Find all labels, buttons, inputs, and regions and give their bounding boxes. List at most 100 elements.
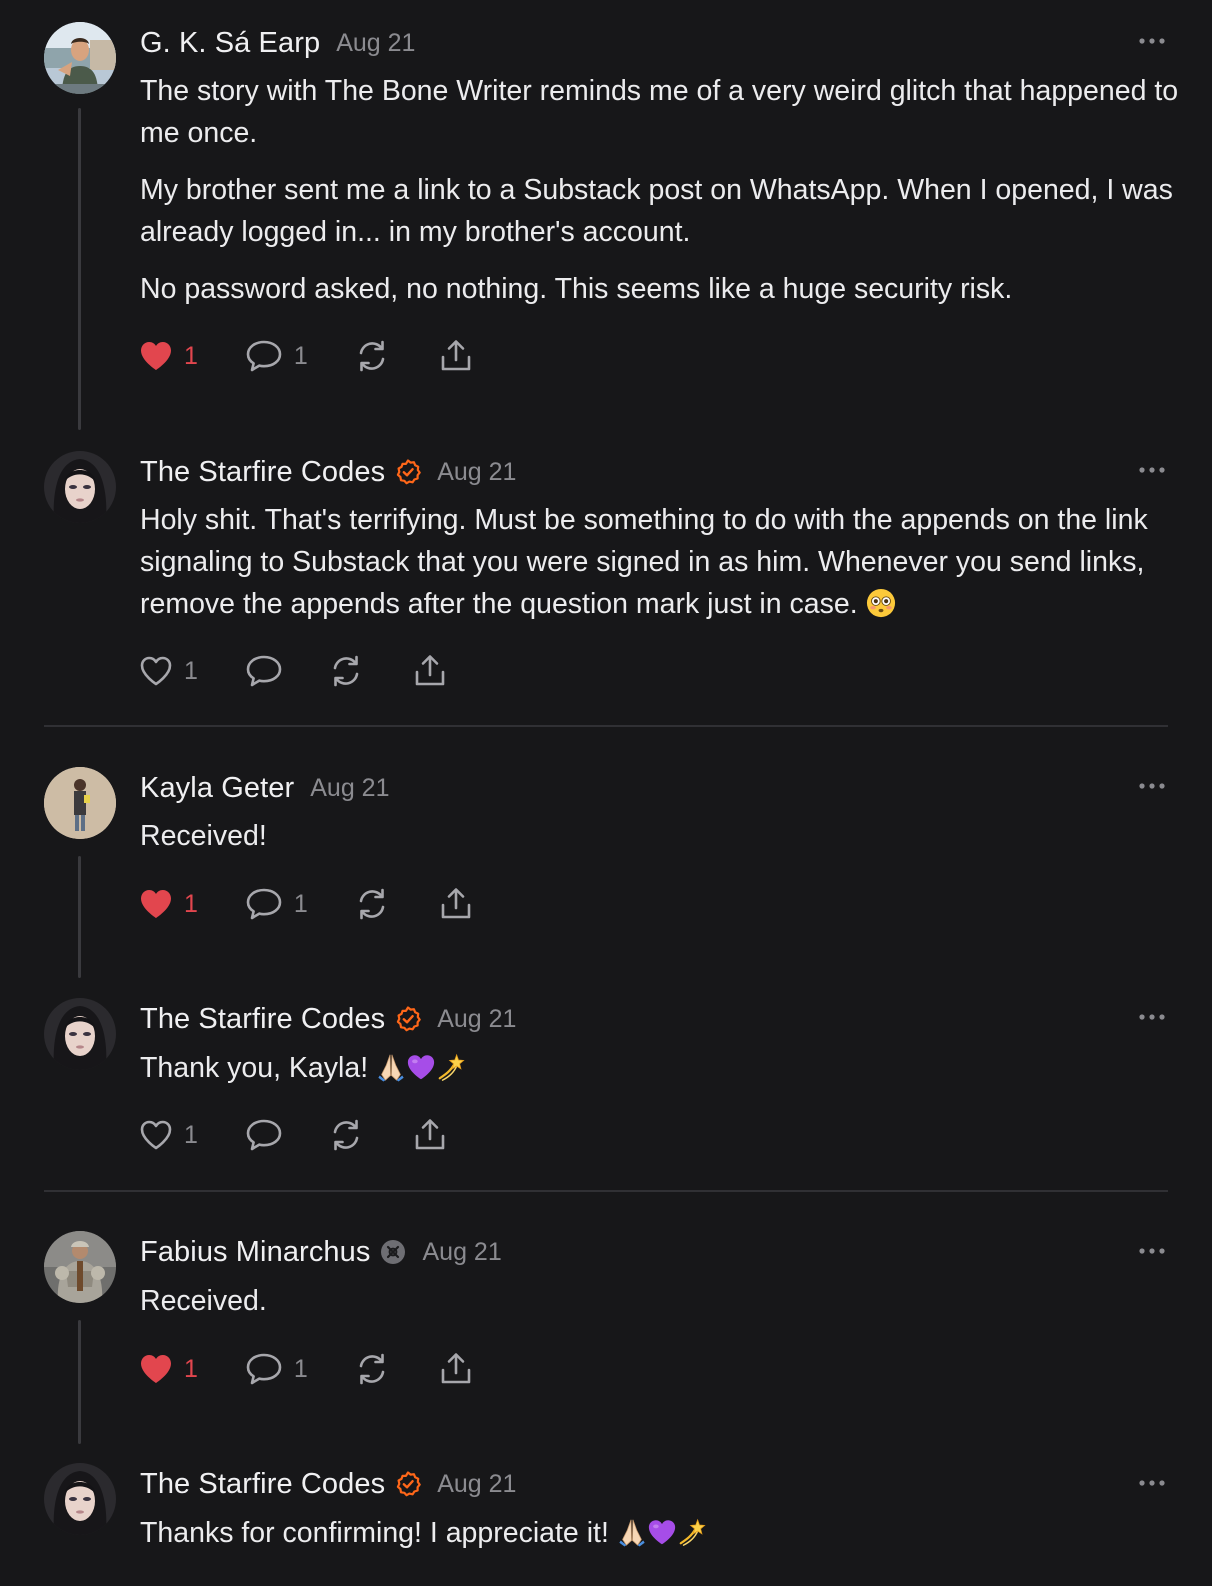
like-button[interactable]: 1 xyxy=(138,884,198,924)
heart-icon xyxy=(138,1351,174,1387)
heart-icon xyxy=(138,886,174,922)
restack-icon xyxy=(328,653,364,689)
comment-date[interactable]: Aug 21 xyxy=(437,1005,516,1034)
comment-paragraph: Thanks for confirming! I appreciate it! xyxy=(140,1512,1180,1554)
author-name[interactable]: G. K. Sá Earp xyxy=(140,27,320,60)
reply-button[interactable]: 1 xyxy=(244,336,308,376)
author-name[interactable]: Kayla Geter xyxy=(140,772,294,805)
more-icon[interactable] xyxy=(1138,36,1166,46)
restack-button[interactable] xyxy=(328,1115,364,1155)
author-name[interactable]: The Starfire Codes xyxy=(140,456,385,489)
thread-line xyxy=(78,108,81,430)
purple-heart-emoji xyxy=(406,1052,436,1082)
reply-button[interactable] xyxy=(244,651,284,691)
like-button[interactable]: 1 xyxy=(138,1349,198,1389)
more-icon[interactable] xyxy=(1138,1478,1166,1488)
reply-button[interactable]: 1 xyxy=(244,884,308,924)
share-button[interactable] xyxy=(438,1349,474,1389)
restack-button[interactable] xyxy=(354,336,390,376)
dizzy-star-emoji xyxy=(436,1052,466,1082)
comment-paragraph: Holy shit. That's terrifying. Must be so… xyxy=(140,504,1148,620)
comment-header: Kayla Geter Aug 21 xyxy=(140,768,389,808)
comment-paragraph: The story with The Bone Writer reminds m… xyxy=(140,75,1179,149)
share-button[interactable] xyxy=(438,884,474,924)
purple-heart-emoji xyxy=(647,1517,677,1547)
heart-icon xyxy=(138,653,174,689)
avatar[interactable] xyxy=(44,22,116,94)
comment-paragraph: Received! xyxy=(140,820,267,852)
comment-actions: 1 1 xyxy=(138,1349,474,1389)
author-name[interactable]: The Starfire Codes xyxy=(140,1468,385,1501)
avatar[interactable] xyxy=(44,1231,116,1303)
restack-icon xyxy=(354,338,390,374)
dizzy-star-emoji xyxy=(677,1517,707,1547)
comment-icon xyxy=(244,1351,284,1387)
reply-button[interactable] xyxy=(244,1115,284,1155)
comment-paragraph: No password asked, no nothing. This seem… xyxy=(140,273,1013,305)
verified-badge-icon xyxy=(395,1471,421,1497)
author-name[interactable]: The Starfire Codes xyxy=(140,1003,385,1036)
more-icon[interactable] xyxy=(1138,1246,1166,1256)
restack-button[interactable] xyxy=(354,1349,390,1389)
author-name[interactable]: Fabius Minarchus xyxy=(140,1236,370,1269)
thread-line xyxy=(78,856,81,978)
avatar[interactable] xyxy=(44,451,116,523)
like-button[interactable]: 1 xyxy=(138,1115,198,1155)
share-button[interactable] xyxy=(438,336,474,376)
heart-icon xyxy=(138,338,174,374)
comment-date[interactable]: Aug 21 xyxy=(437,1470,516,1499)
comment-icon xyxy=(244,1117,284,1153)
share-icon xyxy=(438,1351,474,1387)
like-count: 1 xyxy=(184,1354,198,1383)
avatar[interactable] xyxy=(44,767,116,839)
like-count: 1 xyxy=(184,341,198,370)
thread-line xyxy=(78,1320,81,1444)
reply-count: 1 xyxy=(293,889,308,918)
restack-icon xyxy=(328,1117,364,1153)
thread-divider xyxy=(44,725,1168,727)
reply-button[interactable]: 1 xyxy=(244,1349,308,1389)
avatar[interactable] xyxy=(44,998,116,1070)
more-icon[interactable] xyxy=(1138,781,1166,791)
comment-header: Fabius Minarchus Aug 21 xyxy=(140,1232,502,1272)
comment-date[interactable]: Aug 21 xyxy=(422,1238,501,1267)
folded-hands-emoji xyxy=(617,1517,647,1547)
like-button[interactable]: 1 xyxy=(138,336,198,376)
comment-paragraph: Thank you, Kayla! xyxy=(140,1047,1180,1089)
comment-header: G. K. Sá Earp Aug 21 xyxy=(140,23,415,63)
more-icon[interactable] xyxy=(1138,1012,1166,1022)
verified-badge-icon xyxy=(395,459,421,485)
avatar[interactable] xyxy=(44,1463,116,1535)
like-count: 1 xyxy=(184,889,198,918)
comment-body: Received! xyxy=(140,815,1180,872)
more-icon[interactable] xyxy=(1138,465,1166,475)
flushed-face-emoji xyxy=(866,588,896,618)
comment-icon xyxy=(244,653,284,689)
comment-date[interactable]: Aug 21 xyxy=(310,774,389,803)
comment-body: The story with The Bone Writer reminds m… xyxy=(140,70,1180,325)
comment-actions: 1 1 xyxy=(138,884,474,924)
comment-date[interactable]: Aug 21 xyxy=(437,458,516,487)
comment-body: Thank you, Kayla! xyxy=(140,1047,1180,1104)
comment-body: Received. xyxy=(140,1280,1180,1337)
heart-icon xyxy=(138,1117,174,1153)
share-icon xyxy=(438,338,474,374)
reply-count: 1 xyxy=(293,1354,308,1383)
comment-actions: 1 xyxy=(138,651,448,691)
like-button[interactable]: 1 xyxy=(138,651,198,691)
restack-button[interactable] xyxy=(354,884,390,924)
subscriber-badge-icon xyxy=(380,1239,406,1265)
thread-divider xyxy=(44,1190,1168,1192)
share-button[interactable] xyxy=(412,651,448,691)
comment-date[interactable]: Aug 21 xyxy=(336,29,415,58)
comment-paragraph: Received. xyxy=(140,1285,267,1317)
comment-body: Thanks for confirming! I appreciate it! xyxy=(140,1512,1180,1569)
share-button[interactable] xyxy=(412,1115,448,1155)
comment-header: The Starfire Codes Aug 21 xyxy=(140,452,516,492)
share-icon xyxy=(412,1117,448,1153)
comment-body: Holy shit. That's terrifying. Must be so… xyxy=(140,499,1170,640)
comment-actions: 1 1 xyxy=(138,336,474,376)
restack-button[interactable] xyxy=(328,651,364,691)
comment-icon xyxy=(244,886,284,922)
share-icon xyxy=(438,886,474,922)
